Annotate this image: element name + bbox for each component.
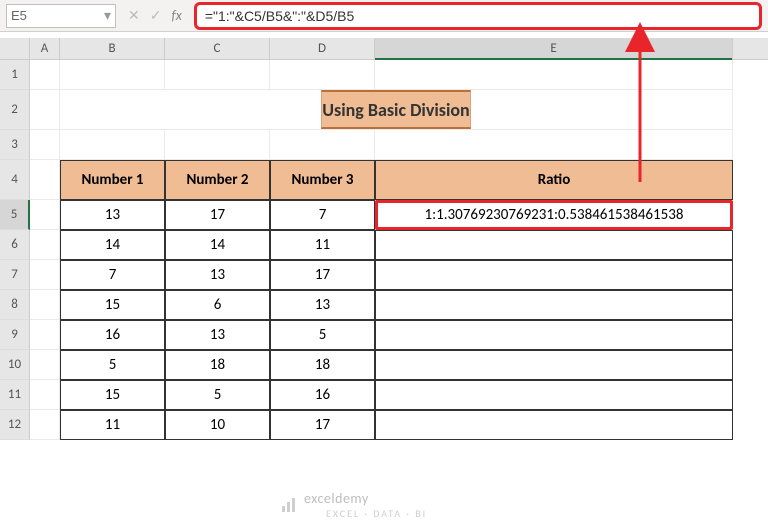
table-cell[interactable]: 15 bbox=[60, 290, 165, 320]
table-cell[interactable] bbox=[375, 350, 733, 380]
col-header-b[interactable]: B bbox=[60, 38, 165, 59]
chevron-down-icon[interactable]: ▾ bbox=[104, 7, 111, 24]
row-header[interactable]: 8 bbox=[0, 290, 30, 320]
table-cell[interactable]: 5 bbox=[270, 320, 375, 350]
formula-input-highlight bbox=[194, 2, 762, 30]
table-cell[interactable]: 6 bbox=[165, 290, 270, 320]
row-header[interactable]: 9 bbox=[0, 320, 30, 350]
name-box-input[interactable] bbox=[11, 8, 81, 23]
row-header[interactable]: 6 bbox=[0, 230, 30, 260]
row-header[interactable]: 5 bbox=[0, 200, 30, 230]
watermark: exceldemy EXCEL · DATA · BI bbox=[280, 490, 427, 520]
col-header-c[interactable]: C bbox=[165, 38, 270, 59]
table-cell[interactable] bbox=[375, 290, 733, 320]
table-cell[interactable]: 11 bbox=[60, 410, 165, 440]
cells-area[interactable]: Using Basic Division Number 1 Number 2 N… bbox=[30, 60, 768, 440]
table-cell[interactable]: 13 bbox=[270, 290, 375, 320]
enter-icon[interactable]: ✓ bbox=[150, 7, 162, 24]
cell-b5[interactable]: 13 bbox=[60, 200, 165, 230]
row-header[interactable]: 10 bbox=[0, 350, 30, 380]
table-cell[interactable]: 17 bbox=[270, 260, 375, 290]
table-cell[interactable]: 14 bbox=[165, 230, 270, 260]
fx-icon[interactable]: fx bbox=[171, 7, 181, 24]
col-header-a[interactable]: A bbox=[30, 38, 60, 59]
table-cell[interactable]: 10 bbox=[165, 410, 270, 440]
table-cell[interactable]: 18 bbox=[270, 350, 375, 380]
col-header-d[interactable]: D bbox=[270, 38, 375, 59]
table-header-ratio: Ratio bbox=[375, 160, 733, 200]
cell-c5[interactable]: 17 bbox=[165, 200, 270, 230]
table-header-number1: Number 1 bbox=[60, 160, 165, 200]
table-cell[interactable] bbox=[375, 230, 733, 260]
chart-icon bbox=[280, 496, 298, 514]
table-cell[interactable]: 15 bbox=[60, 380, 165, 410]
table-cell[interactable]: 5 bbox=[165, 380, 270, 410]
table-cell[interactable]: 16 bbox=[270, 380, 375, 410]
col-header-e[interactable]: E bbox=[375, 38, 733, 59]
table-cell[interactable]: 7 bbox=[60, 260, 165, 290]
table-cell[interactable] bbox=[375, 320, 733, 350]
row-headers: 1 2 3 4 5 6 7 8 9 10 11 12 bbox=[0, 60, 30, 440]
table-cell[interactable]: 11 bbox=[270, 230, 375, 260]
table-cell[interactable] bbox=[375, 260, 733, 290]
title-bar: Using Basic Division bbox=[321, 90, 470, 129]
table-header-number3: Number 3 bbox=[270, 160, 375, 200]
table-header-number2: Number 2 bbox=[165, 160, 270, 200]
table-cell[interactable]: 13 bbox=[165, 260, 270, 290]
formula-input[interactable] bbox=[205, 8, 751, 24]
name-box[interactable]: ▾ bbox=[6, 4, 116, 28]
row-header[interactable]: 3 bbox=[0, 130, 30, 160]
row-header[interactable]: 1 bbox=[0, 60, 30, 90]
row-header[interactable]: 11 bbox=[0, 380, 30, 410]
table-cell[interactable] bbox=[375, 380, 733, 410]
table-cell[interactable]: 5 bbox=[60, 350, 165, 380]
table-cell[interactable]: 18 bbox=[165, 350, 270, 380]
cell-d5[interactable]: 7 bbox=[270, 200, 375, 230]
watermark-brand: exceldemy bbox=[304, 490, 427, 507]
table-cell[interactable] bbox=[375, 410, 733, 440]
row-header[interactable]: 12 bbox=[0, 410, 30, 440]
row-header[interactable]: 4 bbox=[0, 160, 30, 200]
watermark-tag: EXCEL · DATA · BI bbox=[326, 507, 427, 520]
spreadsheet-grid: 1 2 3 4 5 6 7 8 9 10 11 12 Using Basic D… bbox=[0, 60, 768, 440]
table-cell[interactable]: 17 bbox=[270, 410, 375, 440]
column-headers: A B C D E bbox=[0, 38, 768, 60]
row-header[interactable]: 7 bbox=[0, 260, 30, 290]
select-all-corner[interactable] bbox=[0, 38, 30, 59]
table-cell[interactable]: 16 bbox=[60, 320, 165, 350]
table-cell[interactable]: 13 bbox=[165, 320, 270, 350]
formula-buttons: ✕ ✓ fx bbox=[120, 7, 190, 24]
table-cell[interactable]: 14 bbox=[60, 230, 165, 260]
row-header[interactable]: 2 bbox=[0, 90, 30, 130]
formula-bar: ▾ ✕ ✓ fx bbox=[0, 0, 768, 32]
cell-e5-selected[interactable]: 1:1.30769230769231:0.538461538461538 bbox=[375, 200, 733, 230]
cancel-icon[interactable]: ✕ bbox=[128, 7, 140, 24]
